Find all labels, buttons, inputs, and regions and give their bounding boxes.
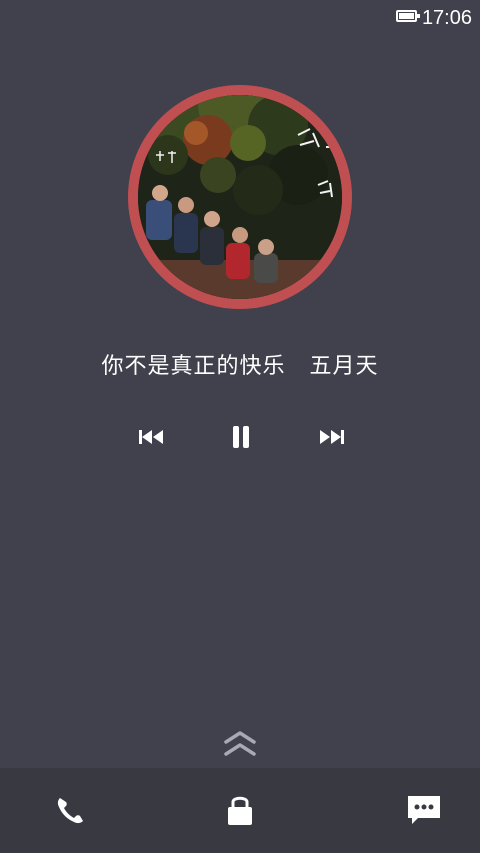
status-bar: 17:06 — [0, 0, 480, 36]
message-icon — [408, 796, 440, 824]
previous-track-button[interactable] — [136, 422, 166, 452]
bottom-shortcut-bar — [0, 768, 480, 853]
lock-icon — [228, 796, 252, 825]
album-art-ring — [128, 85, 352, 309]
phone-icon — [57, 798, 83, 824]
artist-name: 五月天 — [309, 354, 379, 379]
skip-previous-icon — [139, 430, 163, 444]
next-track-button[interactable] — [317, 422, 347, 452]
pause-button[interactable] — [226, 422, 256, 452]
album-cover — [138, 95, 342, 299]
pause-icon — [233, 426, 249, 448]
unlock-button[interactable] — [220, 790, 260, 830]
phone-shortcut-button[interactable] — [50, 790, 90, 830]
now-playing-text: 你不是真正的快乐 五月天 — [0, 350, 480, 384]
swipe-up-hint[interactable] — [222, 728, 258, 760]
message-shortcut-button[interactable] — [404, 790, 444, 830]
chevron-double-up-icon — [224, 731, 256, 756]
skip-next-icon — [320, 430, 344, 444]
status-clock: 17:06 — [421, 7, 472, 29]
battery-full-icon — [396, 10, 420, 22]
song-title: 你不是真正的快乐 — [101, 354, 286, 379]
